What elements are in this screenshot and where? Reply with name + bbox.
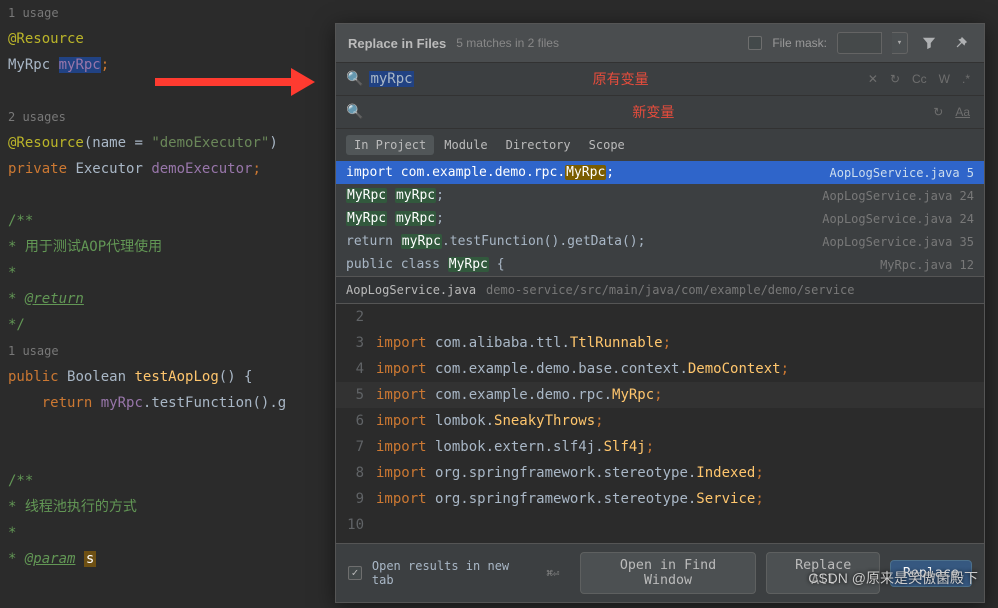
search-input[interactable]: myRpc (369, 71, 572, 87)
replace-icon: 🔍 (346, 104, 363, 120)
preview-line: 3import com.alibaba.ttl.TtlRunnable; (336, 330, 984, 356)
result-file-label: MyRpc.java 12 (872, 258, 974, 272)
preview-line: 4import com.example.demo.base.context.De… (336, 356, 984, 382)
result-row[interactable]: MyRpc myRpc;AopLogService.java 24 (336, 207, 984, 230)
preview-line: 6import lombok.SneakyThrows; (336, 408, 984, 434)
preview-line: 10 (336, 512, 984, 538)
scope-directory[interactable]: Directory (498, 135, 579, 155)
replace-field-row: 🔍 新变量 ↻ Aa (336, 96, 984, 129)
open-new-tab-label: Open results in new tab (372, 559, 536, 587)
preview-line: 2 (336, 304, 984, 330)
open-new-tab-checkbox[interactable] (348, 566, 362, 580)
search-field-row: 🔍 myRpc 原有变量 ✕ ↻ Cc W .* (336, 63, 984, 96)
dialog-header: Replace in Files 5 matches in 2 files Fi… (336, 24, 984, 63)
result-row[interactable]: MyRpc myRpc;AopLogService.java 24 (336, 184, 984, 207)
regex-toggle[interactable]: .* (958, 70, 974, 88)
result-file-label: AopLogService.java 5 (822, 166, 975, 180)
result-file-label: AopLogService.java 24 (814, 212, 974, 226)
search-icon: 🔍 (346, 71, 363, 87)
preview-line: 5import com.example.demo.rpc.MyRpc; (336, 382, 984, 408)
filemask-checkbox[interactable] (748, 36, 762, 50)
result-row[interactable]: public class MyRpc {MyRpc.java 12 (336, 253, 984, 276)
dialog-title: Replace in Files (348, 36, 446, 51)
filemask-input[interactable] (837, 32, 882, 54)
preview-filename: AopLogService.java (346, 283, 476, 297)
filemask-label: File mask: (772, 36, 827, 50)
match-count: 5 matches in 2 files (456, 36, 559, 50)
scope-scope[interactable]: Scope (581, 135, 633, 155)
result-file-label: AopLogService.java 35 (814, 235, 974, 249)
preview-line: 8import org.springframework.stereotype.I… (336, 460, 984, 486)
annotation-new-var: 新变量 (618, 102, 674, 122)
result-file-label: AopLogService.java 24 (814, 189, 974, 203)
preview-pane[interactable]: 23import com.alibaba.ttl.TtlRunnable;4im… (336, 304, 984, 543)
preview-line: 9import org.springframework.stereotype.S… (336, 486, 984, 512)
scope-module[interactable]: Module (436, 135, 495, 155)
preview-path: demo-service/src/main/java/com/example/d… (486, 283, 854, 297)
replace-input[interactable] (369, 104, 612, 120)
pin-icon[interactable] (950, 32, 972, 54)
open-find-window-button[interactable]: Open in Find Window (580, 552, 757, 594)
replace-in-files-dialog: Replace in Files 5 matches in 2 files Fi… (335, 23, 985, 603)
history-icon[interactable]: ↻ (929, 103, 947, 121)
clear-icon[interactable]: ✕ (864, 70, 882, 88)
annotation-old-var: 原有变量 (579, 69, 649, 89)
filemask-dropdown[interactable]: ▾ (892, 32, 908, 54)
filter-icon[interactable] (918, 32, 940, 54)
preview-header: AopLogService.java demo-service/src/main… (336, 276, 984, 304)
results-list: import com.example.demo.rpc.MyRpc;AopLog… (336, 161, 984, 276)
result-row[interactable]: import com.example.demo.rpc.MyRpc;AopLog… (336, 161, 984, 184)
whole-words-toggle[interactable]: W (935, 70, 954, 88)
history-icon[interactable]: ↻ (886, 70, 904, 88)
match-case-toggle[interactable]: Cc (908, 70, 931, 88)
scope-tabs: In Project Module Directory Scope (336, 129, 984, 161)
preserve-case-toggle[interactable]: Aa (951, 103, 974, 121)
preview-line: 7import lombok.extern.slf4j.Slf4j; (336, 434, 984, 460)
watermark: CSDN @原来是笑傲菌殿下 (808, 568, 978, 588)
shortcut-hint: ⌘⏎ (546, 567, 559, 580)
scope-in-project[interactable]: In Project (346, 135, 434, 155)
result-row[interactable]: return myRpc.testFunction().getData();Ao… (336, 230, 984, 253)
